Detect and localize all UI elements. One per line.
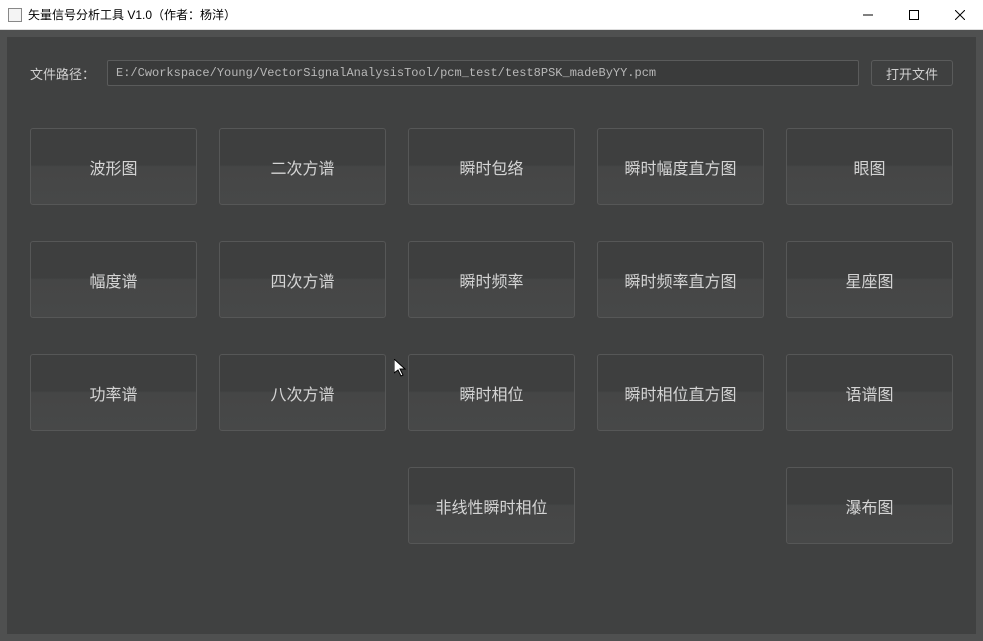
analysis-button-grid: 波形图 二次方谱 瞬时包络 瞬时幅度直方图 眼图 幅度谱 四次方谱 瞬时频率 瞬… xyxy=(30,128,953,544)
instant-frequency-button[interactable]: 瞬时频率 xyxy=(408,241,575,318)
maximize-button[interactable] xyxy=(891,0,937,29)
spectrogram-button[interactable]: 语谱图 xyxy=(786,354,953,431)
main-background: 文件路径： 打开文件 波形图 二次方谱 瞬时包络 瞬时幅度直方图 眼图 幅度谱 … xyxy=(0,30,983,641)
waterfall-button[interactable]: 瀑布图 xyxy=(786,467,953,544)
instant-frequency-hist-button[interactable]: 瞬时频率直方图 xyxy=(597,241,764,318)
constellation-button[interactable]: 星座图 xyxy=(786,241,953,318)
titlebar: 矢量信号分析工具 V1.0（作者：杨洋） xyxy=(0,0,983,30)
nonlinear-instant-phase-button[interactable]: 非线性瞬时相位 xyxy=(408,467,575,544)
file-path-input[interactable] xyxy=(107,60,859,86)
instant-amplitude-hist-button[interactable]: 瞬时幅度直方图 xyxy=(597,128,764,205)
file-path-row: 文件路径： 打开文件 xyxy=(30,60,953,86)
instant-phase-hist-button[interactable]: 瞬时相位直方图 xyxy=(597,354,764,431)
amplitude-spectrum-button[interactable]: 幅度谱 xyxy=(30,241,197,318)
app-icon xyxy=(8,8,22,22)
square-spectrum-button[interactable]: 二次方谱 xyxy=(219,128,386,205)
eye-diagram-button[interactable]: 眼图 xyxy=(786,128,953,205)
eighth-power-spectrum-button[interactable]: 八次方谱 xyxy=(219,354,386,431)
instant-phase-button[interactable]: 瞬时相位 xyxy=(408,354,575,431)
power-spectrum-button[interactable]: 功率谱 xyxy=(30,354,197,431)
waveform-button[interactable]: 波形图 xyxy=(30,128,197,205)
window-controls xyxy=(845,0,983,29)
instant-envelope-button[interactable]: 瞬时包络 xyxy=(408,128,575,205)
minimize-button[interactable] xyxy=(845,0,891,29)
window-title: 矢量信号分析工具 V1.0（作者：杨洋） xyxy=(28,6,236,23)
close-button[interactable] xyxy=(937,0,983,29)
content-panel: 文件路径： 打开文件 波形图 二次方谱 瞬时包络 瞬时幅度直方图 眼图 幅度谱 … xyxy=(7,37,976,634)
open-file-button[interactable]: 打开文件 xyxy=(871,60,953,86)
fourth-power-spectrum-button[interactable]: 四次方谱 xyxy=(219,241,386,318)
file-path-label: 文件路径： xyxy=(30,64,95,83)
